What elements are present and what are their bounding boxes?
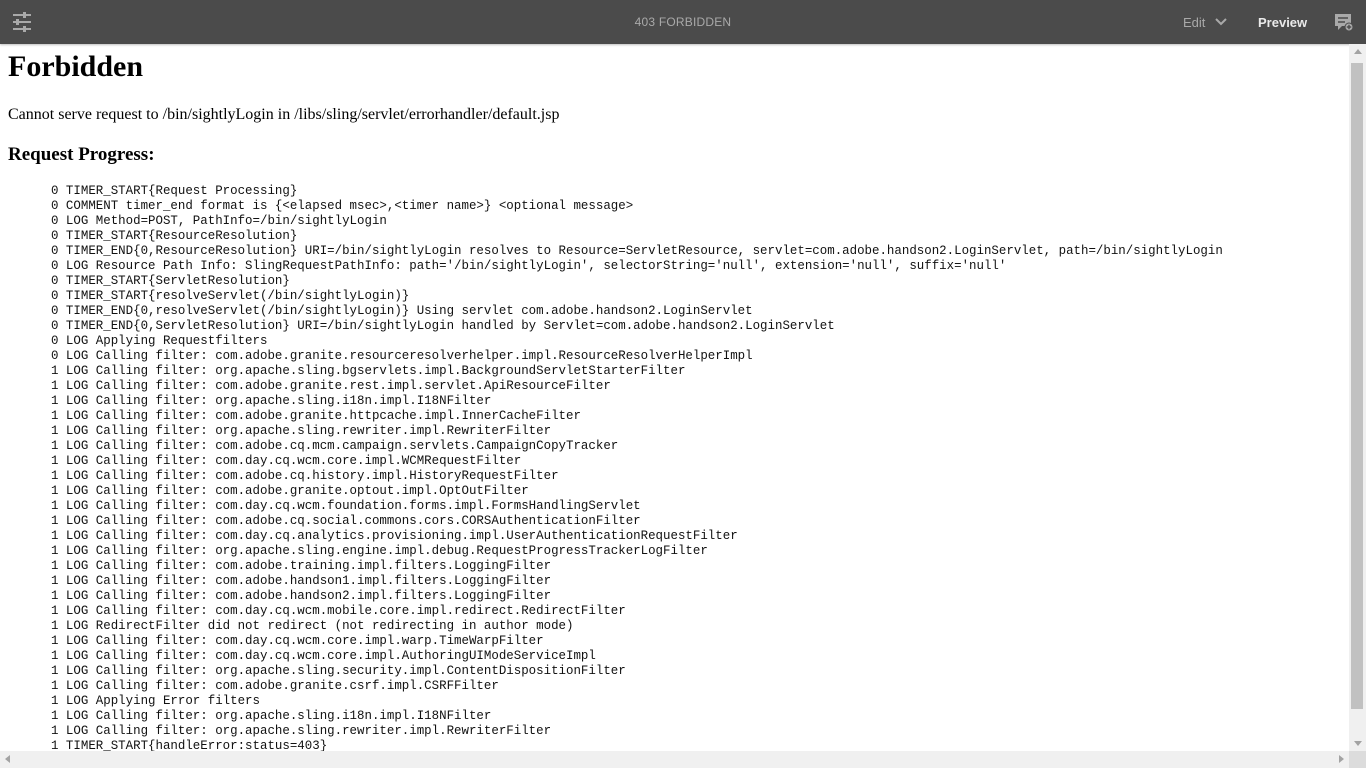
scrollbar-corner <box>1349 751 1366 768</box>
log-line: 1 LOG RedirectFilter did not redirect (n… <box>51 619 574 633</box>
scroll-left-arrow-icon[interactable] <box>5 755 10 763</box>
log-line: 1 LOG Calling filter: com.adobe.granite.… <box>51 379 611 393</box>
log-line: 1 TIMER_START{handleError:status=403} <box>51 739 328 751</box>
error-message: Cannot serve request to /bin/sightlyLogi… <box>8 106 560 123</box>
log-line: 1 LOG Calling filter: com.adobe.granite.… <box>51 679 499 693</box>
log-line: 1 LOG Calling filter: com.adobe.granite.… <box>51 484 529 498</box>
editor-toolbar: 403 FORBIDDEN Edit Preview <box>0 0 1366 44</box>
log-line: 1 LOG Calling filter: com.adobe.handson2… <box>51 589 552 603</box>
log-line: 1 LOG Calling filter: com.adobe.cq.mcm.c… <box>51 439 619 453</box>
log-line: 1 LOG Calling filter: com.adobe.granite.… <box>51 409 581 423</box>
log-line: 1 LOG Calling filter: org.apache.sling.b… <box>51 364 686 378</box>
side-panel-toggle-icon[interactable] <box>11 11 33 33</box>
log-line: 1 LOG Calling filter: com.day.cq.wcm.cor… <box>51 649 596 663</box>
log-line: 1 LOG Applying Error filters <box>51 694 260 708</box>
log-line: 0 LOG Method=POST, PathInfo=/bin/sightly… <box>51 214 387 228</box>
log-line: 1 LOG Calling filter: org.apache.sling.e… <box>51 544 708 558</box>
scroll-right-arrow-icon[interactable] <box>1339 755 1344 763</box>
log-line: 1 LOG Calling filter: org.apache.sling.s… <box>51 664 626 678</box>
chevron-down-icon[interactable] <box>1214 16 1228 28</box>
page-title: 403 FORBIDDEN <box>634 15 732 29</box>
log-line: 0 TIMER_START{ServletResolution} <box>51 274 290 288</box>
log-line: 0 LOG Calling filter: com.adobe.granite.… <box>51 349 753 363</box>
horizontal-scrollbar[interactable] <box>0 751 1349 768</box>
log-line: 0 TIMER_END{0,ServletResolution} URI=/bi… <box>51 319 835 333</box>
log-line: 1 LOG Calling filter: org.apache.sling.r… <box>51 724 552 738</box>
log-line: 0 LOG Resource Path Info: SlingRequestPa… <box>51 259 1007 273</box>
scroll-up-arrow-icon[interactable] <box>1354 49 1362 54</box>
log-line: 0 TIMER_START{ResourceResolution} <box>51 229 298 243</box>
log-line: 1 LOG Calling filter: org.apache.sling.i… <box>51 709 492 723</box>
log-line: 1 LOG Calling filter: com.adobe.cq.histo… <box>51 469 559 483</box>
log-line: 1 LOG Calling filter: com.day.cq.wcm.cor… <box>51 454 522 468</box>
log-line: 1 LOG Calling filter: org.apache.sling.r… <box>51 424 552 438</box>
annotate-icon[interactable] <box>1333 12 1353 32</box>
log-line: 0 TIMER_END{0,ResourceResolution} URI=/b… <box>51 244 1223 258</box>
request-progress-log: 0 TIMER_START{Request Processing} 0 COMME… <box>51 184 1223 751</box>
request-progress-heading: Request Progress: <box>8 144 155 165</box>
error-heading: Forbidden <box>8 50 144 83</box>
log-line: 0 LOG Applying Requestfilters <box>51 334 268 348</box>
log-line: 1 LOG Calling filter: org.apache.sling.i… <box>51 394 492 408</box>
scroll-down-arrow-icon[interactable] <box>1354 741 1362 746</box>
log-line: 1 LOG Calling filter: com.adobe.handson1… <box>51 574 552 588</box>
log-line: 1 LOG Calling filter: com.day.cq.wcm.cor… <box>51 634 544 648</box>
log-line: 1 LOG Calling filter: com.adobe.training… <box>51 559 552 573</box>
page-content: Forbidden Cannot serve request to /bin/s… <box>0 44 1349 751</box>
log-line: 0 TIMER_START{resolveServlet(/bin/sightl… <box>51 289 410 303</box>
vertical-scrollbar[interactable] <box>1349 44 1366 751</box>
log-line: 0 COMMENT timer_end format is {<elapsed … <box>51 199 634 213</box>
preview-button[interactable]: Preview <box>1258 0 1307 44</box>
edit-mode-label[interactable]: Edit <box>1183 0 1205 44</box>
log-line: 1 LOG Calling filter: com.day.cq.analyti… <box>51 529 738 543</box>
log-line: 1 LOG Calling filter: com.day.cq.wcm.fou… <box>51 499 641 513</box>
log-line: 0 TIMER_END{0,resolveServlet(/bin/sightl… <box>51 304 753 318</box>
log-line: 1 LOG Calling filter: com.adobe.cq.socia… <box>51 514 641 528</box>
log-line: 1 LOG Calling filter: com.day.cq.wcm.mob… <box>51 604 626 618</box>
vertical-scroll-thumb[interactable] <box>1351 63 1363 709</box>
log-line: 0 TIMER_START{Request Processing} <box>51 184 298 198</box>
